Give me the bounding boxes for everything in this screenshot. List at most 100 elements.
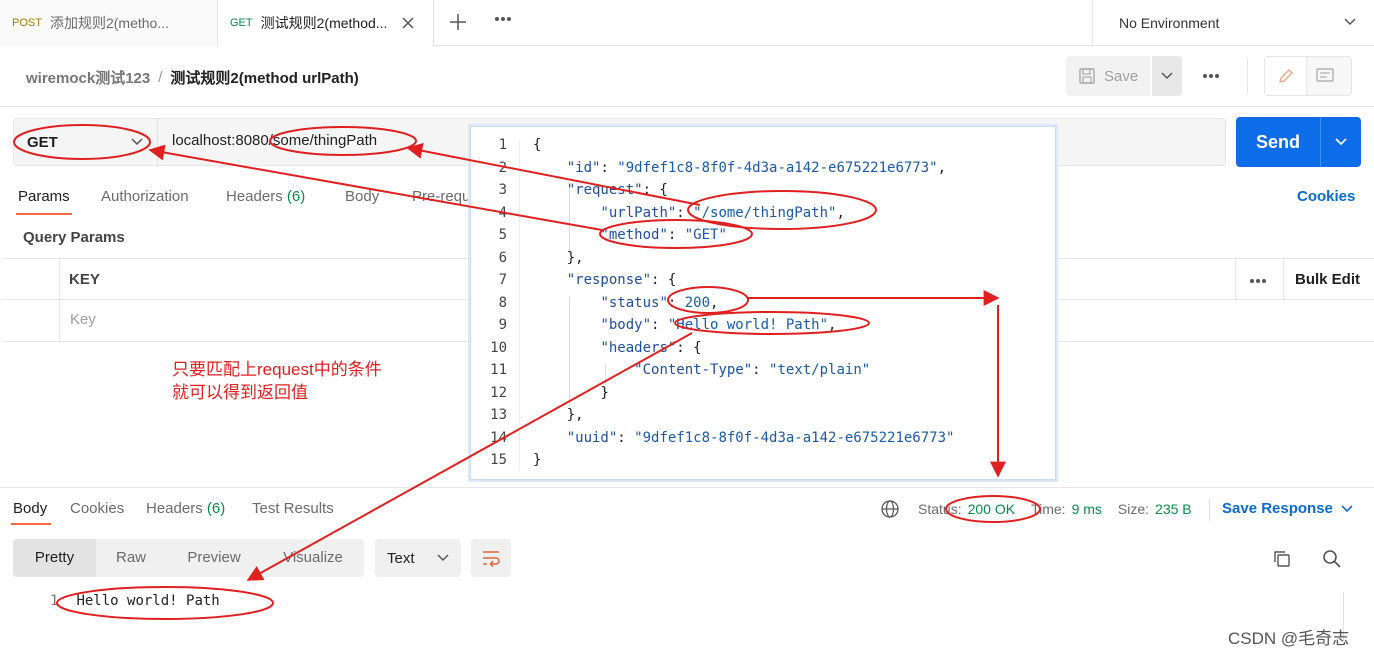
- json-line-code: "urlPath": "/some/thingPath",: [600, 204, 845, 221]
- json-line-code: "Content-Type": "text/plain": [634, 362, 871, 378]
- send-button[interactable]: Send: [1236, 117, 1361, 167]
- breadcrumb-request: 测试规则2(method urlPath): [170, 69, 359, 87]
- time-label: Time:: [1031, 501, 1066, 517]
- response-tab-cookies[interactable]: Cookies: [70, 500, 124, 517]
- divider: [1209, 499, 1210, 521]
- close-icon[interactable]: [401, 16, 415, 30]
- json-line: 13 },: [471, 404, 1057, 426]
- time-value: 9 ms: [1071, 501, 1102, 517]
- line-number: 9: [498, 317, 507, 333]
- view-pretty[interactable]: Pretty: [13, 539, 96, 577]
- response-headers-label: Headers: [146, 500, 203, 517]
- method-value: GET: [27, 133, 58, 151]
- query-params-heading: Query Params: [23, 229, 125, 246]
- environment-selector[interactable]: No Environment: [1092, 0, 1374, 46]
- status-value: 200 OK: [967, 501, 1016, 517]
- json-line: 7 "response": {: [471, 269, 1057, 291]
- view-visualize[interactable]: Visualize: [262, 539, 364, 577]
- wrap-icon: [481, 549, 501, 567]
- key-input[interactable]: Key: [70, 311, 96, 328]
- method-select[interactable]: GET: [13, 118, 158, 166]
- json-line-code: "status": 200,: [600, 294, 719, 311]
- json-line: 8 "status": 200,: [471, 292, 1057, 314]
- cookies-link[interactable]: Cookies: [1297, 188, 1355, 205]
- view-raw[interactable]: Raw: [96, 539, 166, 577]
- save-button[interactable]: Save: [1066, 56, 1150, 96]
- tab-params[interactable]: Params: [18, 188, 70, 205]
- breadcrumb: wiremock测试123 / 测试规则2(method urlPath): [26, 66, 359, 88]
- chevron-down-icon: [1343, 17, 1357, 27]
- response-meta: Status: 200 OK Time: 9 ms Size: 235 B: [880, 499, 1192, 519]
- header-divider: [0, 106, 1374, 107]
- globe-icon[interactable]: [880, 499, 900, 519]
- line-number: 1: [50, 593, 59, 609]
- send-dropdown[interactable]: [1320, 117, 1360, 167]
- copy-icon[interactable]: [1272, 549, 1292, 569]
- comment-icon[interactable]: [1315, 66, 1335, 86]
- json-line: 12 }: [471, 382, 1057, 404]
- json-line-code: {: [533, 137, 542, 153]
- view-preview[interactable]: Preview: [166, 539, 262, 577]
- more-options-icon[interactable]: [1249, 278, 1267, 284]
- json-line-code: "response": {: [566, 272, 677, 288]
- tab-bar: POST 添加规则2(metho... GET 测试规则2(method... …: [0, 0, 1374, 46]
- response-headers-count: (6): [206, 500, 226, 517]
- response-body-line: 1 Hello world! Path: [50, 593, 220, 609]
- line-number: 13: [490, 407, 507, 423]
- annotation-note: 只要匹配上request中的条件 就可以得到返回值: [172, 358, 382, 404]
- format-select[interactable]: Text: [375, 539, 461, 577]
- line-number: 11: [490, 362, 507, 378]
- more-tabs-icon[interactable]: [494, 16, 512, 22]
- json-line-code: "uuid": "9dfef1c8-8f0f-4d3a-a142-e675221…: [566, 429, 955, 446]
- response-body-text: Hello world! Path: [76, 593, 220, 609]
- tab-headers-label: Headers: [226, 188, 283, 205]
- edit-docs-button[interactable]: [1265, 57, 1307, 95]
- url-input[interactable]: localhost:8080/some/thingPath: [172, 132, 377, 149]
- json-line-code: },: [533, 249, 584, 266]
- tab-method: GET: [230, 17, 253, 29]
- json-line-code: "request": {: [566, 182, 668, 198]
- save-response-button[interactable]: Save Response: [1222, 500, 1353, 517]
- plus-icon[interactable]: [448, 12, 468, 32]
- tab-authorization[interactable]: Authorization: [101, 188, 189, 205]
- tab-post-add-rule[interactable]: POST 添加规则2(metho...: [0, 0, 218, 46]
- chevron-down-icon: [1341, 504, 1353, 513]
- response-tab-headers[interactable]: Headers (6): [146, 500, 225, 517]
- column-divider: [1283, 258, 1284, 300]
- json-line-code: }: [533, 452, 542, 468]
- line-number: 7: [498, 272, 507, 288]
- save-label: Save: [1104, 67, 1139, 85]
- divider: [1247, 58, 1248, 94]
- line-number: 5: [498, 227, 507, 243]
- chevron-down-icon: [1161, 72, 1173, 80]
- tab-title: 测试规则2(method...: [260, 15, 388, 31]
- line-number: 8: [498, 294, 507, 311]
- response-tab-test-results[interactable]: Test Results: [252, 500, 334, 517]
- save-response-label: Save Response: [1222, 500, 1333, 517]
- line-number: 4: [498, 204, 507, 221]
- wrap-lines-button[interactable]: [471, 539, 511, 577]
- bulk-edit-button[interactable]: Bulk Edit: [1295, 271, 1360, 288]
- search-icon[interactable]: [1322, 549, 1342, 569]
- line-number: 15: [490, 452, 507, 468]
- tab-headers[interactable]: Headers (6): [226, 188, 305, 205]
- line-number: 10: [490, 339, 507, 356]
- json-line: 10 "headers": {: [471, 337, 1057, 359]
- tab-pre-request-script[interactable]: Pre-requ: [412, 188, 470, 205]
- column-divider: [59, 258, 60, 342]
- tab-get-test-rule[interactable]: GET 测试规则2(method...: [218, 0, 434, 46]
- breadcrumb-separator: /: [158, 68, 163, 86]
- environment-label: No Environment: [1119, 15, 1220, 31]
- tab-body[interactable]: Body: [345, 188, 379, 205]
- response-tab-body[interactable]: Body: [13, 500, 47, 517]
- tab-method: POST: [12, 17, 42, 29]
- line-number: 2: [498, 159, 507, 176]
- save-dropdown[interactable]: [1152, 56, 1182, 96]
- more-options-icon[interactable]: [1202, 73, 1220, 79]
- chevron-down-icon: [131, 138, 143, 146]
- breadcrumb-collection[interactable]: wiremock测试123: [26, 67, 150, 88]
- tab-title: 添加规则2(metho...: [49, 15, 169, 31]
- annotation-line: 只要匹配上request中的条件: [172, 360, 382, 379]
- line-number: 1: [498, 137, 507, 153]
- json-line: 15}: [471, 449, 1057, 471]
